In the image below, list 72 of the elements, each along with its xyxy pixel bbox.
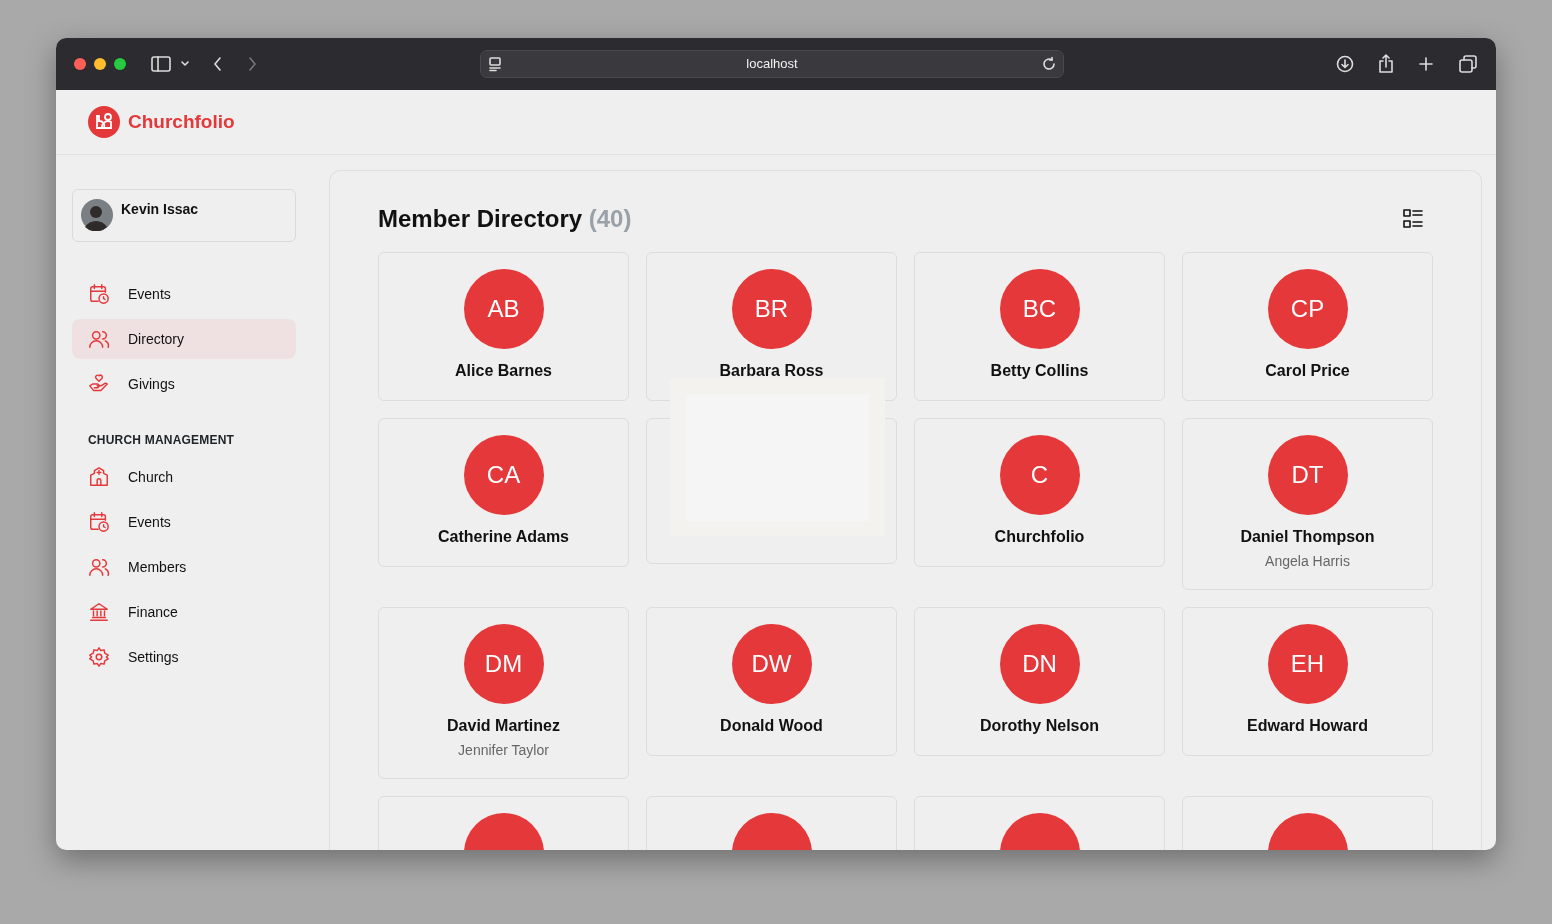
tabs-icon[interactable]: [1458, 54, 1478, 74]
forward-icon[interactable]: [246, 56, 258, 72]
back-icon[interactable]: [212, 56, 224, 72]
brand-name[interactable]: Churchfolio: [128, 107, 235, 137]
nav-item[interactable]: Givings: [72, 364, 296, 404]
list-view-icon[interactable]: [1402, 208, 1424, 231]
zoom-button[interactable]: [114, 58, 126, 70]
user-name: Kevin Issac: [121, 200, 199, 219]
member-card[interactable]: DM David Martinez Jennifer Taylor: [378, 606, 629, 779]
nav-item[interactable]: Finance: [72, 592, 296, 632]
member-name: Edward Howard: [1246, 715, 1369, 736]
nav-item[interactable]: Members: [72, 547, 296, 587]
initials-avatar: CA: [463, 434, 544, 515]
minimize-button[interactable]: [94, 58, 106, 70]
section-heading: CHURCH MANAGEMENT: [87, 432, 236, 449]
address-bar[interactable]: localhost: [480, 50, 1064, 78]
member-name: Barbara Ross: [718, 360, 825, 381]
nav-item[interactable]: Events: [72, 274, 296, 314]
member-card[interactable]: BC Betty Collins: [914, 251, 1165, 401]
member-name: David Martinez: [446, 715, 561, 736]
member-name: Donald Wood: [719, 715, 824, 736]
member-name: Dorothy Nelson: [978, 715, 1101, 736]
sidebar-icon[interactable]: [150, 55, 172, 73]
avatar-icon: [81, 199, 113, 231]
page-title: Member Directory (40): [378, 205, 632, 234]
users-icon: [88, 328, 110, 350]
initials-avatar: DT: [1267, 434, 1348, 515]
initials-avatar: EH: [1267, 623, 1348, 704]
initials-avatar: BR: [731, 268, 812, 349]
close-button[interactable]: [74, 58, 86, 70]
logo-icon: [88, 106, 120, 138]
bank-icon: [88, 601, 110, 623]
member-card[interactable]: DN Dorothy Nelson: [914, 606, 1165, 756]
member-card[interactable]: CA Catherine Adams: [378, 417, 629, 567]
member-card[interactable]: CP Carol Price: [1182, 251, 1433, 401]
initials-avatar: AB: [463, 268, 544, 349]
initials-avatar: BC: [999, 268, 1080, 349]
initials-avatar: C: [999, 434, 1080, 515]
reload-icon[interactable]: [1041, 56, 1057, 72]
member-name: Daniel Thompson: [1239, 526, 1376, 547]
initials-avatar: DM: [463, 623, 544, 704]
download-icon[interactable]: [1336, 55, 1354, 73]
nav-item[interactable]: Settings: [72, 637, 296, 677]
church-icon: [88, 466, 110, 488]
chevron-down-icon[interactable]: [180, 60, 190, 68]
users-icon: [88, 556, 110, 578]
member-card[interactable]: EH Edward Howard: [1182, 606, 1433, 756]
url-text: localhost: [746, 55, 798, 74]
spouse-name: Jennifer Taylor: [457, 740, 550, 760]
share-icon[interactable]: [1378, 54, 1394, 74]
member-card[interactable]: AB Alice Barnes: [378, 251, 629, 401]
member-name: Carol Price: [1264, 360, 1351, 381]
spouse-name: Angela Harris: [1264, 551, 1351, 571]
nav-item[interactable]: Directory: [72, 319, 296, 359]
member-card[interactable]: DT Daniel Thompson Angela Harris: [1182, 417, 1433, 590]
initials-avatar: CP: [1267, 268, 1348, 349]
member-name: Churchfolio: [993, 526, 1086, 547]
new-tab-icon[interactable]: [1418, 56, 1434, 72]
initials-avatar: DW: [731, 623, 812, 704]
initials-avatar: DN: [999, 623, 1080, 704]
member-name: Alice Barnes: [454, 360, 553, 381]
calendar-clock-icon: [88, 283, 110, 305]
calendar-clock-icon: [88, 511, 110, 533]
nav-item[interactable]: Events: [72, 502, 296, 542]
profile-card[interactable]: Kevin Issac: [72, 189, 296, 242]
member-card[interactable]: C Churchfolio: [914, 417, 1165, 567]
member-card[interactable]: DW Donald Wood: [646, 606, 897, 756]
member-name: Betty Collins: [989, 360, 1090, 381]
page-icon: [487, 56, 503, 72]
settings-icon: [88, 646, 110, 668]
member-name: Catherine Adams: [437, 526, 570, 547]
nav-item[interactable]: Church: [72, 457, 296, 497]
